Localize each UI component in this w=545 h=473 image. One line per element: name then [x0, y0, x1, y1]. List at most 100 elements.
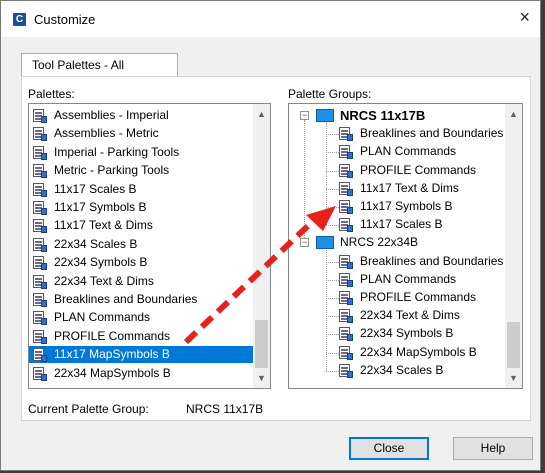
palette-group-child-label: 11x17 Symbols B — [360, 199, 453, 213]
palette-group-child-label: PROFILE Commands — [360, 162, 477, 177]
palette-icon — [339, 291, 353, 305]
help-button[interactable]: Help — [453, 437, 533, 460]
palette-list-item[interactable]: PLAN Commands — [29, 309, 253, 326]
palette-icon — [33, 109, 47, 123]
palette-group-child[interactable]: 11x17 Symbols B — [289, 198, 503, 215]
palettes-list[interactable]: Assemblies - Imperial Assemblies - Metric… — [28, 103, 271, 389]
palette-list-item[interactable]: 22x34 MapSymbols B — [29, 365, 253, 382]
palette-groups-tree[interactable]: − NRCS 11x17B Breaklines and Boundaries PLA… — [288, 103, 523, 389]
tab-strip: Tool Palettes - All Palettes — [21, 53, 531, 94]
palettes-label: Palettes: — [28, 87, 75, 101]
palette-list-item[interactable]: 11x17 Text & Dims — [29, 217, 253, 234]
palette-icon — [339, 181, 353, 196]
palette-icon — [33, 348, 47, 363]
scroll-down-icon[interactable]: ▼ — [505, 370, 522, 387]
palette-group-child-label: Breaklines and Boundaries — [360, 126, 504, 141]
collapse-icon[interactable]: − — [300, 111, 309, 120]
palette-group-child[interactable]: 11x17 Text & Dims — [289, 180, 503, 197]
palette-list-item[interactable]: Imperial - Parking Tools — [29, 144, 253, 161]
palettes-scrollbar[interactable]: ▲ ▼ — [253, 104, 270, 388]
palette-icon — [339, 363, 353, 378]
palette-icon — [33, 293, 47, 307]
palette-list-item[interactable]: Breaklines and Boundaries — [29, 291, 253, 308]
palette-label: 22x34 Symbols B — [54, 255, 148, 270]
app-icon: C — [13, 13, 26, 26]
window-title: Customize — [34, 12, 96, 27]
palette-group-node[interactable]: − NRCS 11x17B — [289, 107, 503, 124]
palette-icon — [33, 127, 47, 142]
folder-icon — [316, 236, 334, 250]
palette-label: 22x34 MapSymbols B — [54, 365, 171, 380]
palette-group-child[interactable]: 22x34 Symbols B — [289, 325, 503, 342]
tree-connector — [304, 120, 305, 239]
close-icon[interactable]: × — [519, 7, 530, 27]
tab-tool-palettes[interactable]: Tool Palettes - All Palettes — [21, 53, 178, 94]
palette-group-child-label: 22x34 MapSymbols B — [360, 344, 477, 359]
scroll-up-icon[interactable]: ▲ — [253, 106, 270, 123]
palette-group-child[interactable]: 22x34 Text & Dims — [289, 307, 503, 324]
tree-connector — [326, 250, 327, 371]
scroll-thumb[interactable] — [507, 322, 520, 368]
tree-connector — [326, 352, 339, 354]
palette-group-child[interactable]: PROFILE Commands — [289, 289, 503, 306]
palette-group-child[interactable]: 11x17 Scales B — [289, 216, 503, 233]
palette-label: 11x17 Scales B — [54, 181, 137, 196]
tree-connector — [326, 152, 339, 154]
palette-label: 11x17 Symbols B — [54, 200, 147, 214]
palette-list-item[interactable]: 22x34 Text & Dims — [29, 273, 253, 290]
groups-scrollbar[interactable]: ▲ ▼ — [505, 104, 522, 388]
palette-icon — [33, 329, 47, 344]
palette-group-child[interactable]: Breaklines and Boundaries — [289, 253, 503, 270]
palette-list-item[interactable]: 11x17 Scales B — [29, 181, 253, 198]
tree-connector — [326, 207, 339, 208]
palette-icon — [33, 164, 47, 179]
palette-list-item[interactable]: 11x17 MapSymbols B — [29, 346, 253, 364]
palette-list-item[interactable]: 11x17 Symbols B — [29, 199, 253, 216]
palette-label: Assemblies - Metric — [54, 126, 159, 141]
palette-group-child[interactable]: 22x34 MapSymbols B — [289, 344, 503, 361]
title-bar: C Customize × — [1, 1, 540, 37]
close-button[interactable]: Close — [349, 437, 429, 460]
palette-list-item[interactable]: 22x34 Symbols B — [29, 254, 253, 271]
palette-group-child[interactable]: PLAN Commands — [289, 143, 503, 160]
palette-group-label: NRCS 22x34B — [340, 235, 419, 250]
palette-group-child[interactable]: PLAN Commands — [289, 271, 503, 288]
palette-list-item[interactable]: Metric - Parking Tools — [29, 162, 253, 179]
scroll-thumb[interactable] — [255, 320, 268, 368]
palette-label: 22x34 Text & Dims — [54, 273, 154, 288]
palette-group-child-label: 22x34 Symbols B — [360, 326, 454, 341]
palette-label: Assemblies - Imperial — [54, 108, 169, 122]
palette-group-child-label: 11x17 Text & Dims — [360, 180, 459, 195]
palette-icon — [339, 127, 353, 142]
palette-label: PROFILE Commands — [54, 328, 171, 343]
palette-group-child-label: 22x34 Text & Dims — [360, 308, 460, 323]
palette-list-item[interactable]: PROFILE Commands — [29, 328, 253, 345]
tree-connector — [326, 298, 339, 299]
current-group-value: NRCS 11x17B — [186, 402, 264, 416]
palette-icon — [339, 200, 353, 214]
palette-label: PLAN Commands — [54, 310, 151, 325]
palette-icon — [33, 201, 47, 215]
palette-icon — [33, 274, 47, 289]
scroll-up-icon[interactable]: ▲ — [505, 106, 522, 123]
palette-list-item[interactable]: 22x34 Scales B — [29, 236, 253, 253]
palette-group-child-label: PLAN Commands — [360, 271, 457, 286]
palette-icon — [33, 256, 47, 271]
palette-group-child-label: 11x17 Scales B — [360, 217, 443, 232]
palette-group-node[interactable]: − NRCS 22x34B — [289, 234, 503, 251]
tree-connector — [326, 170, 339, 172]
palette-list-item[interactable]: Assemblies - Imperial — [29, 107, 253, 124]
palette-icon — [339, 218, 353, 233]
collapse-icon[interactable]: − — [300, 238, 309, 248]
palette-groups-label: Palette Groups: — [288, 87, 372, 101]
scroll-down-icon[interactable]: ▼ — [253, 370, 270, 387]
palette-icon — [339, 163, 353, 178]
palette-group-child[interactable]: Breaklines and Boundaries — [289, 125, 503, 142]
palette-list-item[interactable]: Assemblies - Metric — [29, 125, 253, 142]
palette-group-child[interactable]: PROFILE Commands — [289, 162, 503, 179]
palette-label: Breaklines and Boundaries — [54, 292, 198, 306]
tree-connector — [326, 316, 339, 318]
palette-label: 22x34 Scales B — [54, 236, 138, 251]
tree-connector — [326, 123, 327, 226]
palette-group-child[interactable]: 22x34 Scales B — [289, 362, 503, 379]
